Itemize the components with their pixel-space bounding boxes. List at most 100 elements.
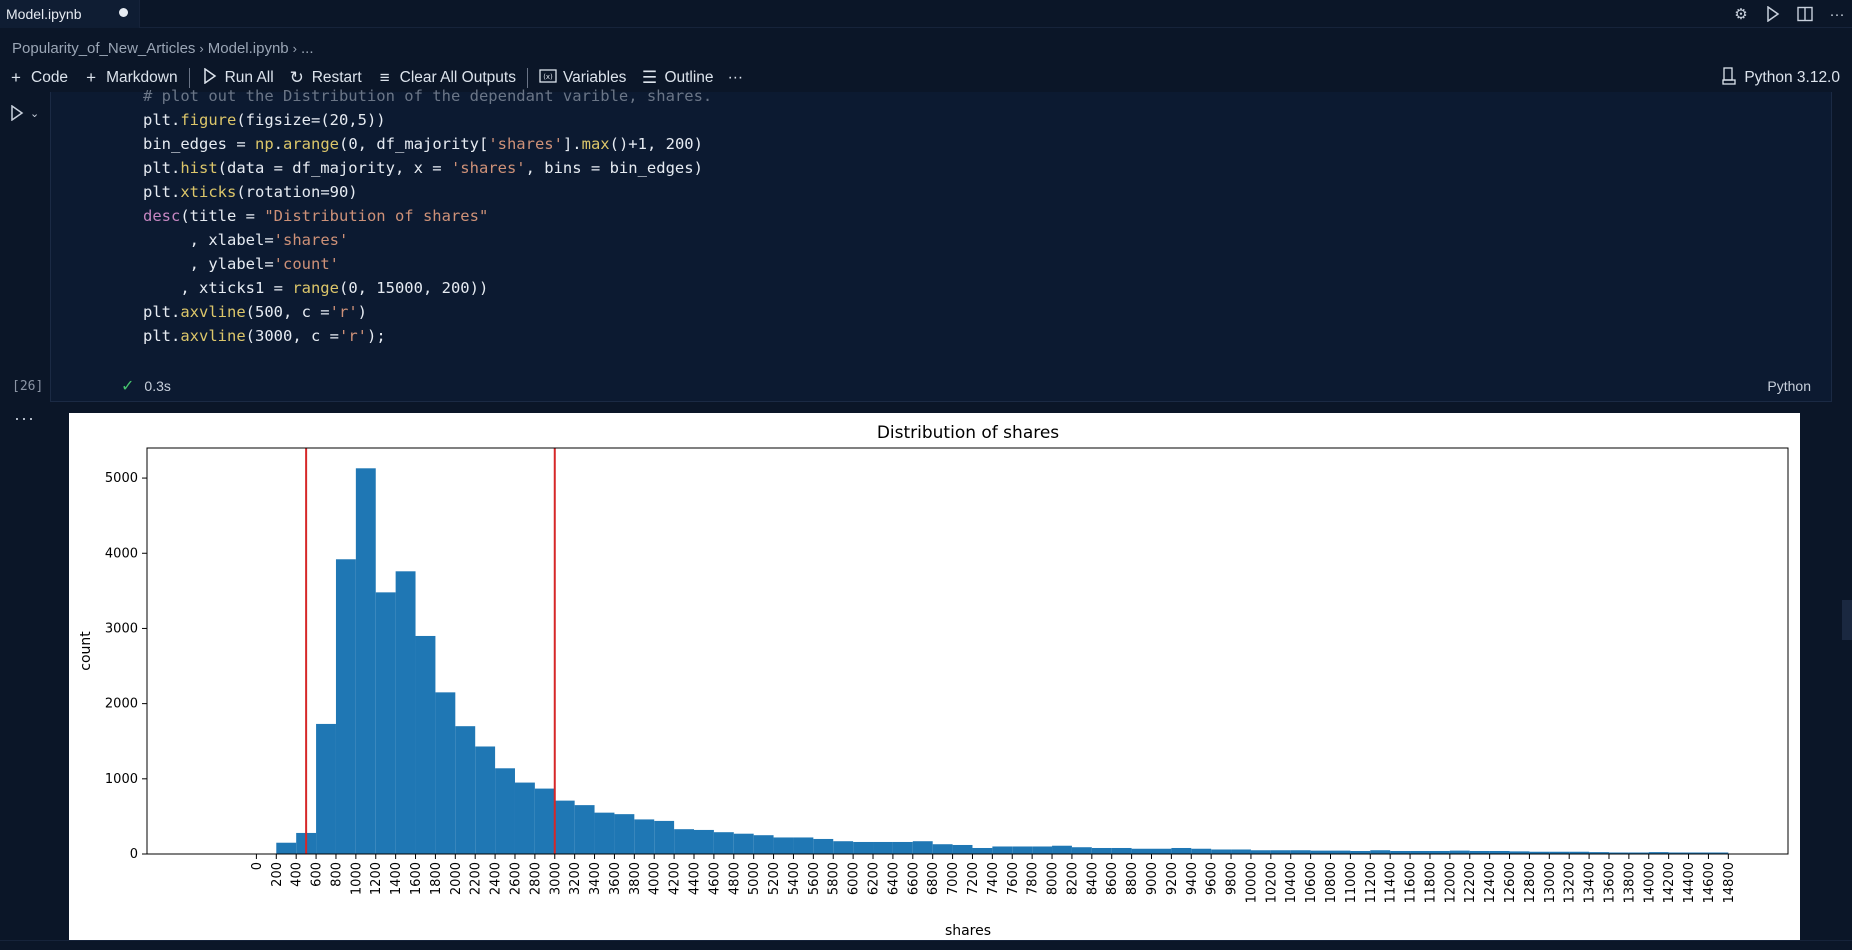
x-tick-label: 12200 <box>1463 862 1478 903</box>
chevron-right-icon: › <box>292 40 297 56</box>
x-tick-label: 5800 <box>827 862 842 895</box>
x-tick-label: 14400 <box>1682 862 1697 903</box>
x-tick-label: 13600 <box>1602 862 1617 903</box>
histogram-bar <box>415 635 436 854</box>
x-tick-label: 2200 <box>469 862 484 895</box>
histogram-bar <box>634 819 655 854</box>
svg-text:(x): (x) <box>543 73 553 81</box>
x-tick-label: 7600 <box>1006 862 1021 895</box>
run-play-icon[interactable] <box>1762 3 1784 25</box>
histogram-bar <box>1330 850 1351 854</box>
x-tick-label: 11400 <box>1384 862 1399 903</box>
x-tick-label: 4200 <box>668 862 683 895</box>
histogram-bar <box>972 847 993 854</box>
x-tick-label: 5200 <box>767 862 782 895</box>
histogram-bar <box>713 832 734 854</box>
histogram-bar <box>534 788 555 854</box>
breadcrumb-file[interactable]: Model.ipynb <box>208 40 289 57</box>
histogram-bar <box>813 838 834 854</box>
histogram-bar <box>435 692 456 854</box>
kernel-label: Python 3.12.0 <box>1744 69 1840 86</box>
x-axis-label: shares <box>945 923 991 939</box>
x-tick-label: 3800 <box>628 862 643 895</box>
tab-model-ipynb[interactable]: Model.ipynb <box>0 0 140 28</box>
chart-title: Distribution of shares <box>877 423 1059 443</box>
x-tick-label: 14000 <box>1642 862 1657 903</box>
x-tick-label: 5600 <box>807 862 822 895</box>
histogram-bar <box>773 837 794 854</box>
x-tick-label: 1400 <box>389 862 404 895</box>
chevron-right-icon: › <box>199 40 204 56</box>
x-tick-label: 6600 <box>906 862 921 895</box>
histogram-bar <box>1091 847 1112 854</box>
code-cell: ⌄ # plot out the Distribution of the dep… <box>0 87 1852 402</box>
x-tick-label: 2000 <box>449 862 464 895</box>
x-tick-label: 10800 <box>1324 862 1339 903</box>
x-tick-label: 10600 <box>1304 862 1319 903</box>
histogram-bar <box>1071 847 1092 854</box>
x-tick-label: 3600 <box>608 862 623 895</box>
histogram-bar <box>1151 848 1172 854</box>
x-tick-label: 14200 <box>1662 862 1677 903</box>
x-tick-label: 10000 <box>1244 862 1259 903</box>
code-block[interactable]: # plot out the Distribution of the depen… <box>143 84 712 348</box>
cell-language[interactable]: Python <box>1767 378 1811 394</box>
histogram-bar <box>952 844 973 854</box>
x-tick-label: 7400 <box>986 862 1001 895</box>
scrollbar-thumb[interactable] <box>1842 600 1852 640</box>
histogram-bar <box>793 837 814 854</box>
histogram-bar <box>1012 846 1033 854</box>
x-tick-label: 9800 <box>1225 862 1240 895</box>
unsaved-dot-icon[interactable] <box>119 8 128 17</box>
add-code-label: Code <box>31 69 69 86</box>
output-more-icon[interactable]: ··· <box>14 408 35 429</box>
x-tick-label: 2400 <box>489 862 504 895</box>
x-tick-label: 9000 <box>1145 862 1160 895</box>
x-tick-label: 1600 <box>409 862 424 895</box>
toolbar-more-button[interactable]: ··· <box>721 64 751 92</box>
histogram-bar <box>932 844 953 854</box>
histogram-bar <box>276 842 297 854</box>
cell-editor[interactable]: # plot out the Distribution of the depen… <box>50 87 1832 402</box>
x-tick-label: 4400 <box>688 862 703 895</box>
histogram-bar <box>335 559 356 854</box>
x-tick-label: 7800 <box>1026 862 1041 895</box>
histogram-bar <box>912 841 933 854</box>
chevron-down-icon[interactable]: ⌄ <box>30 107 39 120</box>
gear-icon[interactable]: ⚙ <box>1730 3 1752 25</box>
x-tick-label: 8200 <box>1065 862 1080 895</box>
x-tick-label: 6000 <box>847 862 862 895</box>
x-tick-label: 14600 <box>1702 862 1717 903</box>
histogram-bar <box>694 829 714 854</box>
run-cell-button[interactable]: ⌄ <box>10 105 39 121</box>
more-actions-icon[interactable]: ··· <box>1826 3 1848 25</box>
x-tick-label: 10400 <box>1284 862 1299 903</box>
code-line: desc(title = "Distribution of shares" <box>143 207 489 225</box>
y-tick-label: 3000 <box>105 621 138 636</box>
histogram-bar <box>853 841 874 854</box>
x-tick-label: 0 <box>250 862 265 870</box>
code-line: , xticks1 = range(0, 15000, 200)) <box>143 279 489 297</box>
tabbar-actions: ⚙ ··· <box>1730 0 1848 28</box>
histogram-bar <box>316 723 336 854</box>
y-tick-label: 0 <box>130 847 138 862</box>
x-tick-label: 8600 <box>1105 862 1120 895</box>
x-tick-label: 11000 <box>1344 862 1359 903</box>
split-editor-icon[interactable] <box>1794 3 1816 25</box>
histogram-bar <box>375 592 396 854</box>
check-icon: ✓ <box>121 378 135 395</box>
histogram-chart: Distribution of shares 01000200030004000… <box>78 423 1789 939</box>
breadcrumb-more[interactable]: ... <box>301 40 314 57</box>
x-tick-label: 600 <box>310 862 325 887</box>
plus-icon: + <box>11 68 21 87</box>
x-tick-label: 3400 <box>588 862 603 895</box>
histogram-bar <box>674 829 694 854</box>
x-tick-label: 11800 <box>1423 862 1438 903</box>
add-code-cell-button[interactable]: + Code <box>0 64 75 92</box>
kernel-picker[interactable]: Python 3.12.0 <box>1722 64 1840 92</box>
x-tick-label: 4000 <box>648 862 663 895</box>
histogram-bar <box>1231 849 1251 854</box>
histogram-bar <box>514 782 535 854</box>
breadcrumb-folder[interactable]: Popularity_of_New_Articles <box>12 40 195 57</box>
histogram-bar <box>1052 845 1072 854</box>
